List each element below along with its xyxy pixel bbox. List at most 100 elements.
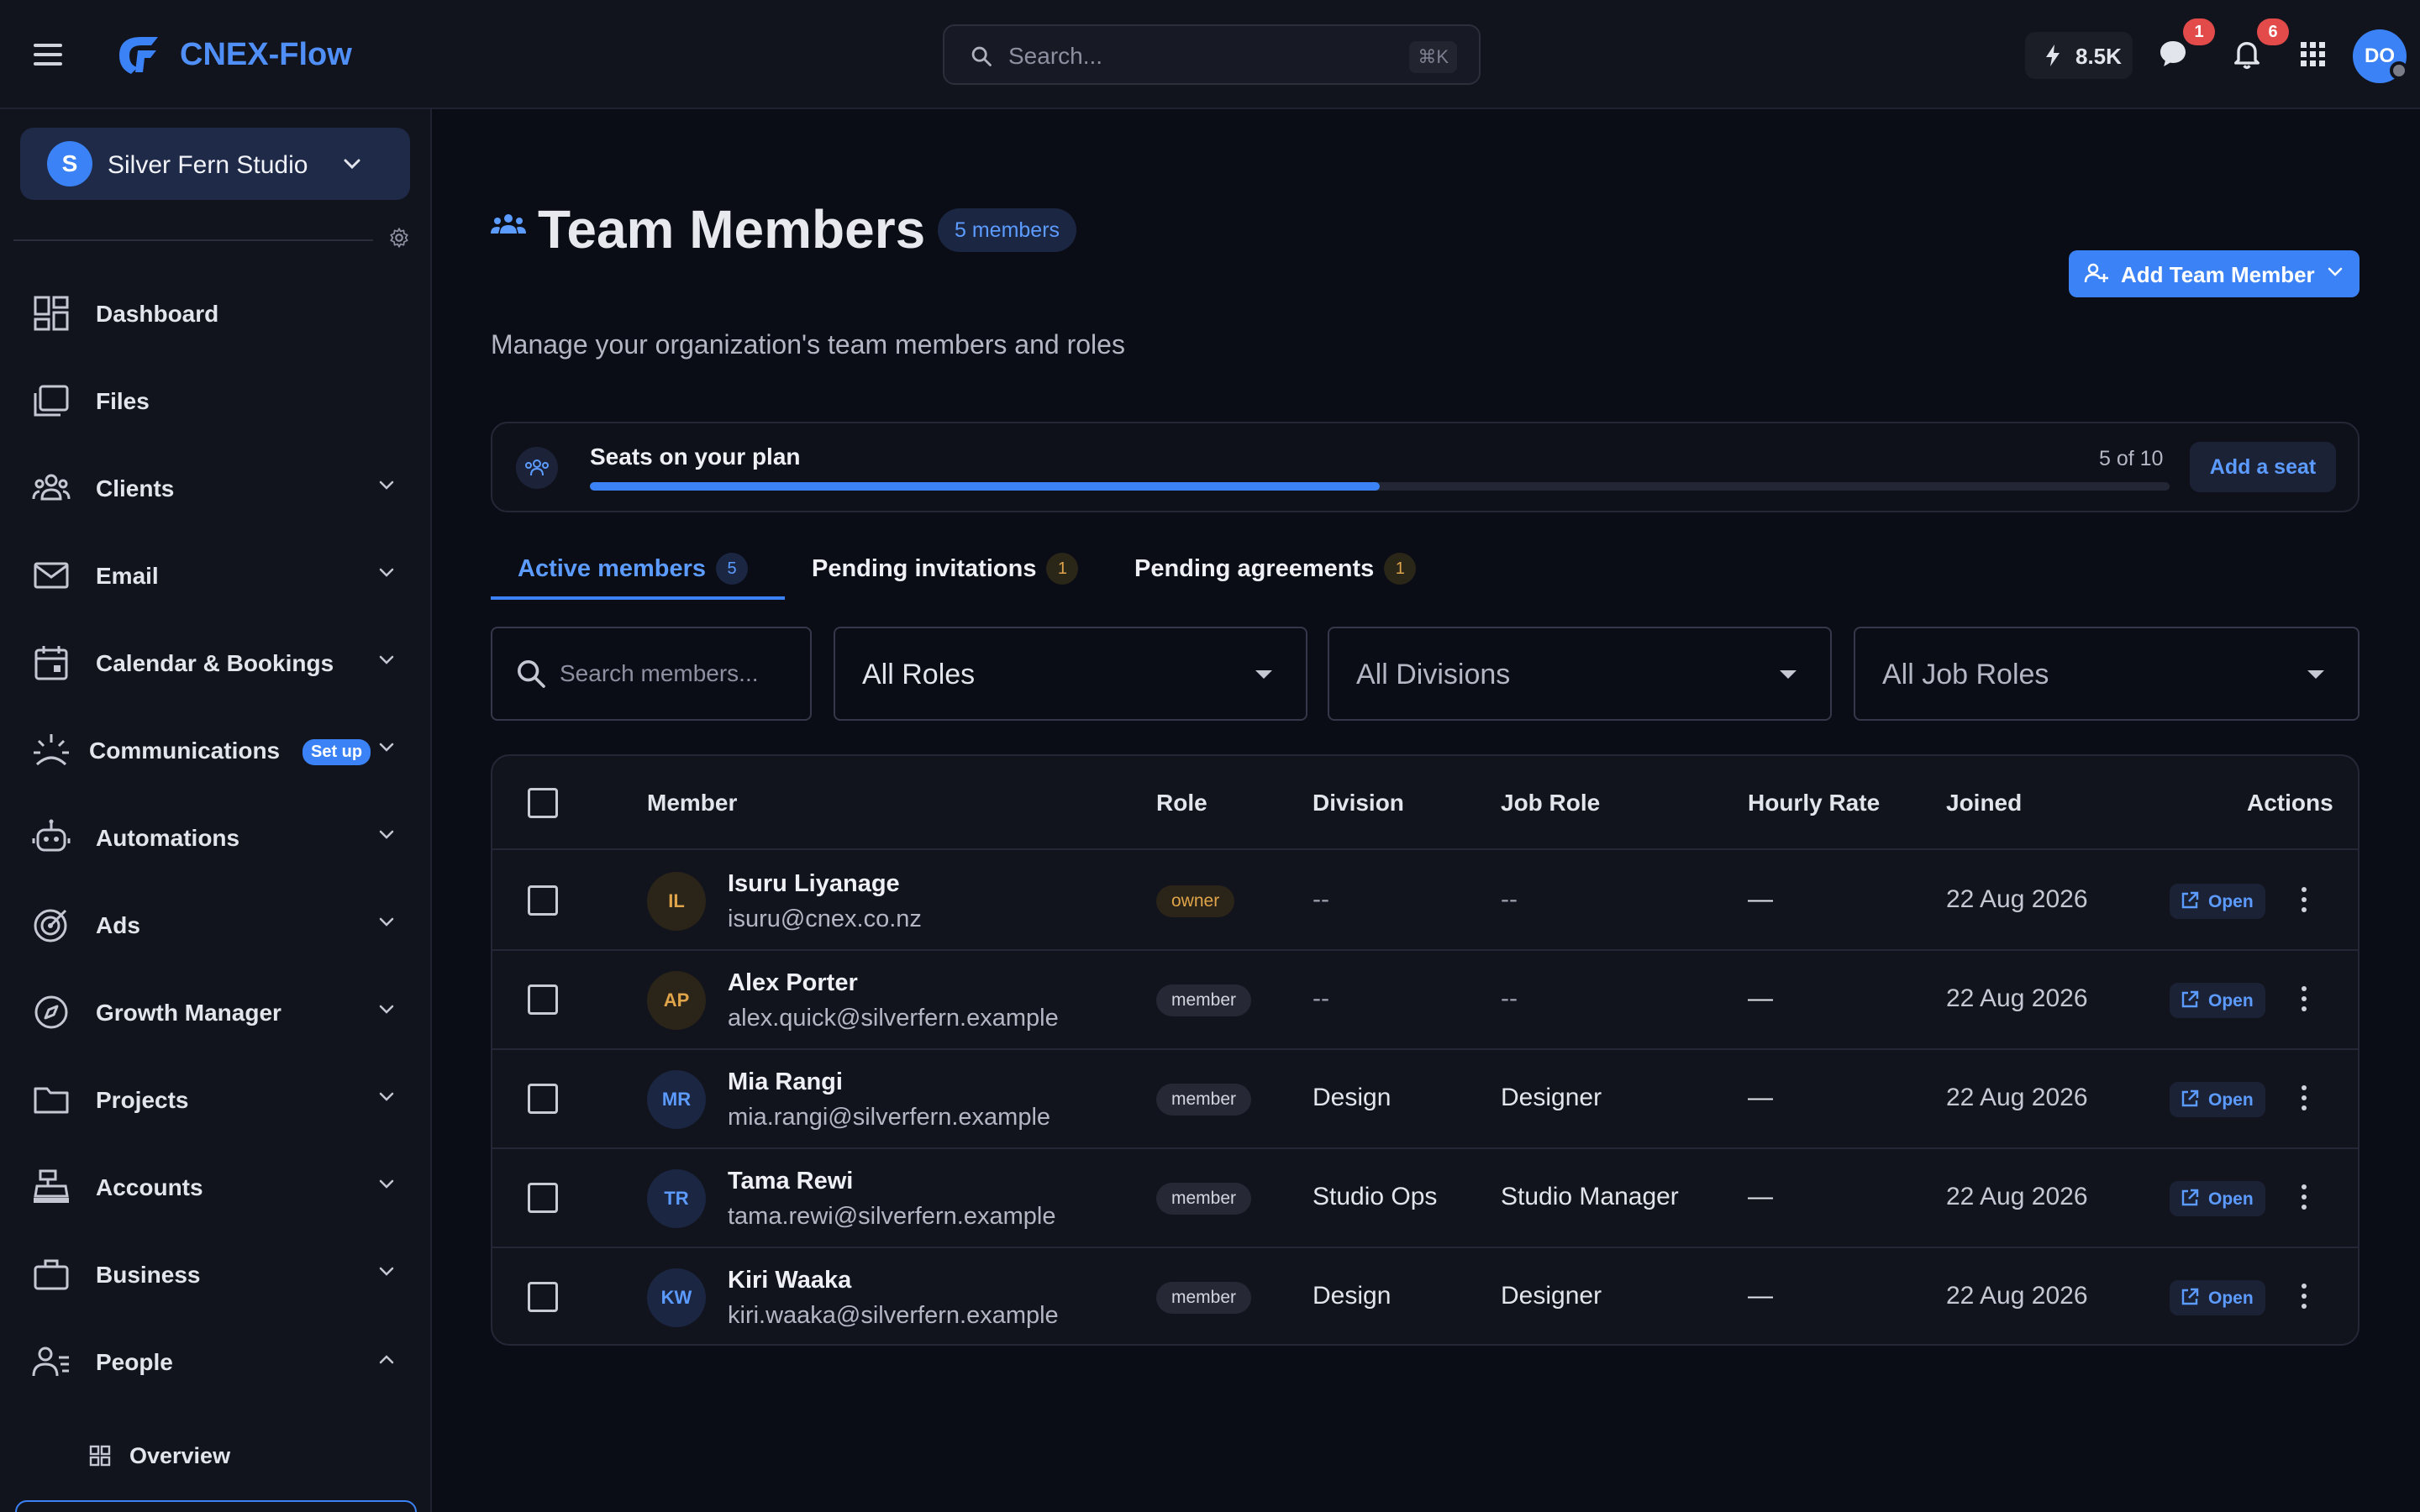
column-hourly-rate[interactable]: Hourly Rate bbox=[1748, 790, 1880, 816]
member-name: Tama Rewi bbox=[728, 1168, 854, 1194]
status-dot bbox=[2390, 61, 2408, 80]
table-row[interactable]: TR Tama Rewi tama.rewi@silverfern.example m… bbox=[492, 1149, 2358, 1248]
org-switcher[interactable]: S Silver Fern Studio bbox=[20, 128, 410, 200]
job-role-cell: Designer bbox=[1501, 1084, 1602, 1111]
external-link-icon bbox=[2181, 990, 2199, 1008]
chevron-down-icon bbox=[2328, 267, 2343, 276]
sidebar-item-label: Communications bbox=[89, 738, 281, 764]
sidebar-item-email[interactable]: Email bbox=[0, 531, 430, 618]
row-checkbox[interactable] bbox=[528, 1084, 558, 1114]
sidebar-item-label: Accounts bbox=[96, 1174, 203, 1200]
seats-count: 5 of 10 bbox=[2099, 447, 2164, 470]
grid-icon bbox=[89, 1445, 111, 1467]
tab-label: Pending invitations bbox=[812, 555, 1037, 582]
sidebar-item-files[interactable]: Files bbox=[0, 356, 430, 444]
user-avatar[interactable]: DO bbox=[2353, 29, 2408, 83]
brand-name[interactable]: CNEX-Flow bbox=[180, 37, 352, 73]
sidebar-item-business[interactable]: Business bbox=[0, 1230, 430, 1317]
table-row[interactable]: AP Alex Porter alex.quick@silverfern.examp… bbox=[492, 951, 2358, 1050]
sidebar-item-ads[interactable]: Ads bbox=[0, 880, 430, 968]
sidebar-item-accounts[interactable]: Accounts bbox=[0, 1142, 430, 1230]
open-member-button[interactable]: Open bbox=[2170, 1082, 2265, 1117]
tab-active-members[interactable]: Active members 5 bbox=[518, 553, 749, 608]
credits-button[interactable]: 8.5K bbox=[2025, 32, 2133, 79]
open-member-button[interactable]: Open bbox=[2170, 983, 2265, 1018]
chevron-down-icon bbox=[379, 917, 394, 927]
row-checkbox[interactable] bbox=[528, 1282, 558, 1312]
chevron-down-icon bbox=[379, 568, 394, 577]
global-search-input[interactable]: Search... ⌘K bbox=[943, 24, 1481, 85]
add-team-member-button[interactable]: Add Team Member bbox=[2069, 250, 2360, 297]
column-member[interactable]: Member bbox=[647, 790, 737, 816]
caret-down-icon bbox=[1255, 670, 1272, 679]
bell-icon[interactable] bbox=[2230, 37, 2264, 72]
column-joined[interactable]: Joined bbox=[1946, 790, 2022, 816]
column-role[interactable]: Role bbox=[1156, 790, 1207, 816]
member-search-input[interactable]: Search members... bbox=[491, 627, 812, 721]
apps-grid-icon[interactable] bbox=[2301, 42, 2326, 67]
joined-cell: 22 Aug 2026 bbox=[1946, 1282, 2088, 1310]
table-row[interactable]: IL Isuru Liyanage isuru@cnex.co.nz owner -- -… bbox=[492, 852, 2358, 951]
chat-icon[interactable] bbox=[2156, 37, 2190, 71]
more-options-icon[interactable] bbox=[2299, 1184, 2309, 1213]
table-row[interactable]: KW Kiri Waaka kiri.waaka@silverfern.exampl… bbox=[492, 1248, 2358, 1344]
select-all-checkbox[interactable] bbox=[528, 788, 558, 818]
seats-label: Seats on your plan bbox=[590, 444, 801, 470]
files-icon bbox=[34, 385, 69, 417]
sidebar-item-calendar[interactable]: Calendar & Bookings bbox=[0, 618, 430, 706]
more-options-icon[interactable] bbox=[2299, 1085, 2309, 1114]
roles-select[interactable]: All Roles bbox=[834, 627, 1307, 721]
member-name: Alex Porter bbox=[728, 969, 858, 996]
more-options-icon[interactable] bbox=[2299, 986, 2309, 1015]
division-cell: -- bbox=[1313, 885, 1329, 913]
sidebar-item-people[interactable]: People bbox=[0, 1317, 430, 1404]
tab-pending-agreements[interactable]: Pending agreements 1 bbox=[1134, 553, 1417, 608]
chevron-down-icon bbox=[379, 1005, 394, 1014]
search-shortcut: ⌘K bbox=[1409, 41, 1457, 73]
add-seat-button[interactable]: Add a seat bbox=[2190, 442, 2336, 492]
divisions-select[interactable]: All Divisions bbox=[1328, 627, 1832, 721]
job-roles-select[interactable]: All Job Roles bbox=[1854, 627, 2360, 721]
sidebar-item-automations[interactable]: Automations bbox=[0, 793, 430, 880]
joined-cell: 22 Aug 2026 bbox=[1946, 885, 2088, 913]
member-email: mia.rangi@silverfern.example bbox=[728, 1104, 1051, 1131]
setup-badge[interactable]: Set up bbox=[302, 739, 371, 765]
gear-icon[interactable] bbox=[388, 227, 410, 249]
member-count-badge: 5 members bbox=[938, 208, 1077, 252]
tab-pending-invitations[interactable]: Pending invitations 1 bbox=[812, 553, 1079, 608]
column-job-role[interactable]: Job Role bbox=[1501, 790, 1600, 816]
menu-icon[interactable] bbox=[34, 44, 62, 66]
division-cell: -- bbox=[1313, 984, 1329, 1012]
notifications-count-badge: 6 bbox=[2257, 18, 2289, 45]
chevron-up-icon bbox=[379, 1355, 394, 1364]
open-member-button[interactable]: Open bbox=[2170, 884, 2265, 919]
sidebar-item-dashboard[interactable]: Dashboard bbox=[0, 269, 430, 356]
division-cell: Design bbox=[1313, 1084, 1392, 1111]
folder-icon bbox=[34, 1087, 69, 1114]
sidebar-item-growth-manager[interactable]: Growth Manager bbox=[0, 968, 430, 1055]
row-checkbox[interactable] bbox=[528, 984, 558, 1015]
sidebar-item-label: Calendar & Bookings bbox=[96, 650, 334, 676]
open-member-button[interactable]: Open bbox=[2170, 1181, 2265, 1216]
table-row[interactable]: MR Mia Rangi mia.rangi@silverfern.example m… bbox=[492, 1050, 2358, 1149]
more-options-icon[interactable] bbox=[2299, 1284, 2309, 1312]
chevron-down-icon bbox=[379, 480, 394, 490]
row-checkbox[interactable] bbox=[528, 885, 558, 916]
open-member-button[interactable]: Open bbox=[2170, 1280, 2265, 1315]
hourly-rate-cell: — bbox=[1748, 1282, 1773, 1310]
sidebar-item-communications[interactable]: Communications Set up bbox=[0, 706, 430, 793]
member-name: Isuru Liyanage bbox=[728, 870, 900, 897]
row-checkbox[interactable] bbox=[528, 1183, 558, 1213]
sidebar-item-projects[interactable]: Projects bbox=[0, 1055, 430, 1142]
more-options-icon[interactable] bbox=[2299, 887, 2309, 916]
sidebar-active-item[interactable] bbox=[15, 1500, 417, 1512]
column-actions: Actions bbox=[2247, 790, 2333, 816]
open-label: Open bbox=[2208, 1090, 2254, 1110]
chevron-down-icon bbox=[344, 159, 360, 170]
column-division[interactable]: Division bbox=[1313, 790, 1404, 816]
sidebar-item-clients[interactable]: Clients bbox=[0, 444, 430, 531]
credits-value: 8.5K bbox=[2075, 44, 2122, 69]
compass-icon bbox=[34, 995, 68, 1029]
external-link-icon bbox=[2181, 1189, 2199, 1206]
sidebar-item-label: Business bbox=[96, 1262, 201, 1288]
